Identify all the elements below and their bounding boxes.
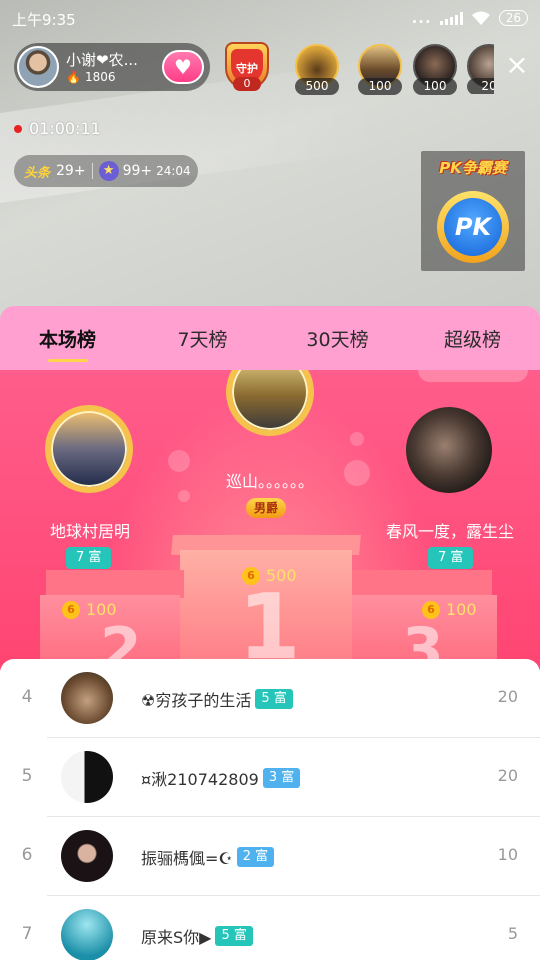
rank-pill[interactable]: 头条 29+ ★ 99+ 24:04 xyxy=(14,155,198,187)
star-rank: 99+ xyxy=(122,163,153,179)
list-rank: 7 xyxy=(21,924,33,944)
viewer-avatar[interactable]: 20 xyxy=(464,44,494,94)
list-item[interactable]: 5 ¤湫210742809 3 富 20 xyxy=(0,738,540,817)
pk-label: PK xyxy=(444,198,502,256)
list-item[interactable]: 7 原来S你▶ 5 富 5 xyxy=(0,896,540,960)
more-dots-icon: ... xyxy=(411,9,432,27)
close-button[interactable]: × xyxy=(503,51,531,80)
list-name: 原来S你▶ 5 富 xyxy=(141,924,253,948)
guard-badge[interactable]: 守护 0 xyxy=(219,40,275,96)
second-place-level-badge: 7 富 xyxy=(66,547,112,569)
pk-icon: PK xyxy=(437,191,509,263)
viewer-count: 100 xyxy=(413,78,457,95)
live-timer: 01:00:11 xyxy=(14,119,101,138)
first-place-score: 6 500 xyxy=(242,566,297,585)
ranking-tabs: 本场榜 7天榜 30天榜 超级榜 xyxy=(0,306,540,370)
guard-count: 0 xyxy=(233,77,261,91)
list-score: 5 xyxy=(507,924,518,943)
list-score: 20 xyxy=(497,687,518,706)
anchor-heat: 🔥 1806 xyxy=(66,70,116,84)
list-rank: 5 xyxy=(21,766,33,786)
second-place-score: 6 100 xyxy=(62,600,117,619)
recording-dot-icon xyxy=(14,124,22,133)
rules-button[interactable] xyxy=(418,370,528,382)
pk-banner[interactable]: PK争霸赛 PK xyxy=(421,151,525,271)
level-badge: 5 富 xyxy=(255,689,293,709)
close-icon: × xyxy=(505,48,529,81)
anchor-info-pill[interactable]: 小谢❤农... 🔥 1806 ♥ xyxy=(14,43,210,91)
viewer-count: 100 xyxy=(358,78,402,95)
guard-label: 守护 xyxy=(236,62,258,75)
viewer-avatar[interactable]: 100 xyxy=(355,44,405,95)
first-place-name: 巡山。。。。。。 xyxy=(225,472,314,491)
third-place-avatar[interactable] xyxy=(406,407,492,493)
coin-icon: 6 xyxy=(422,600,440,619)
heart-hands-icon: ♥ xyxy=(174,55,192,79)
toutiao-rank: 29+ xyxy=(56,163,86,179)
tab-7-days[interactable]: 7天榜 xyxy=(143,325,263,352)
coin-icon: 6 xyxy=(62,600,80,619)
tab-super[interactable]: 超级榜 xyxy=(413,325,533,352)
status-time: 上午9:35 xyxy=(12,11,76,29)
avatar[interactable] xyxy=(61,830,113,882)
coin-icon: 6 xyxy=(242,566,260,585)
pk-title: PK争霸赛 xyxy=(439,159,507,177)
viewer-count: 20 xyxy=(467,78,494,94)
rank-time: 24:04 xyxy=(156,164,191,178)
battery-icon: 26 xyxy=(498,10,528,26)
third-place-level-badge: 7 富 xyxy=(428,547,474,569)
follow-button[interactable]: ♥ xyxy=(162,50,204,84)
avatar[interactable] xyxy=(61,909,113,960)
tab-30-days[interactable]: 30天榜 xyxy=(278,325,398,352)
wifi-icon xyxy=(471,11,490,25)
second-place-avatar[interactable] xyxy=(45,405,133,493)
list-name: ¤湫210742809 3 富 xyxy=(141,766,301,790)
list-score: 20 xyxy=(497,766,518,785)
list-rank: 6 xyxy=(21,845,33,865)
live-timer-value: 01:00:11 xyxy=(29,119,101,138)
second-place-name: 地球村居明 xyxy=(49,522,130,541)
anchor-avatar[interactable] xyxy=(17,46,59,88)
avatar[interactable] xyxy=(61,751,113,803)
viewer-avatar[interactable]: 100 xyxy=(410,44,460,95)
anchor-heat-value: 1806 xyxy=(84,70,116,84)
viewer-count: 500 xyxy=(295,78,339,95)
third-place-score: 6 100 xyxy=(422,600,477,619)
tab-this-session[interactable]: 本场榜 xyxy=(8,325,128,362)
star-icon: ★ xyxy=(98,161,119,181)
status-bar: 上午9:35 ... 26 xyxy=(0,0,540,36)
level-badge: 3 富 xyxy=(262,768,301,788)
list-name: ☢穷孩子的生活 5 富 xyxy=(141,687,293,711)
list-rank: 4 xyxy=(21,687,33,707)
ranking-list: 4 ☢穷孩子的生活 5 富 20 5 ¤湫210742809 3 富 20 6 … xyxy=(0,659,540,960)
first-place-title-badge: 男爵 xyxy=(246,498,287,518)
level-badge: 5 富 xyxy=(215,926,253,946)
list-item[interactable]: 4 ☢穷孩子的生活 5 富 20 xyxy=(0,659,540,738)
signal-icon xyxy=(439,11,463,25)
viewer-avatar[interactable]: 500 xyxy=(292,44,342,95)
flame-icon: 🔥 xyxy=(66,70,81,84)
place-number-1: 1 xyxy=(238,575,301,670)
podium: 1 2 3 巡山。。。。。。 男爵 6 500 地球村居明 7 富 6 100 … xyxy=(0,370,540,670)
list-item[interactable]: 6 振骊榪偑=☪ 2 富 10 xyxy=(0,817,540,896)
list-name: 振骊榪偑=☪ 2 富 xyxy=(141,845,275,869)
anchor-name: 小谢❤农... xyxy=(66,51,138,69)
list-score: 10 xyxy=(497,845,518,864)
level-badge: 2 富 xyxy=(236,847,275,867)
rank-divider xyxy=(91,163,93,179)
toutiao-icon: 头条 xyxy=(24,165,51,181)
third-place-name: 春风一度，露生尘 xyxy=(385,522,514,541)
avatar[interactable] xyxy=(61,672,113,724)
